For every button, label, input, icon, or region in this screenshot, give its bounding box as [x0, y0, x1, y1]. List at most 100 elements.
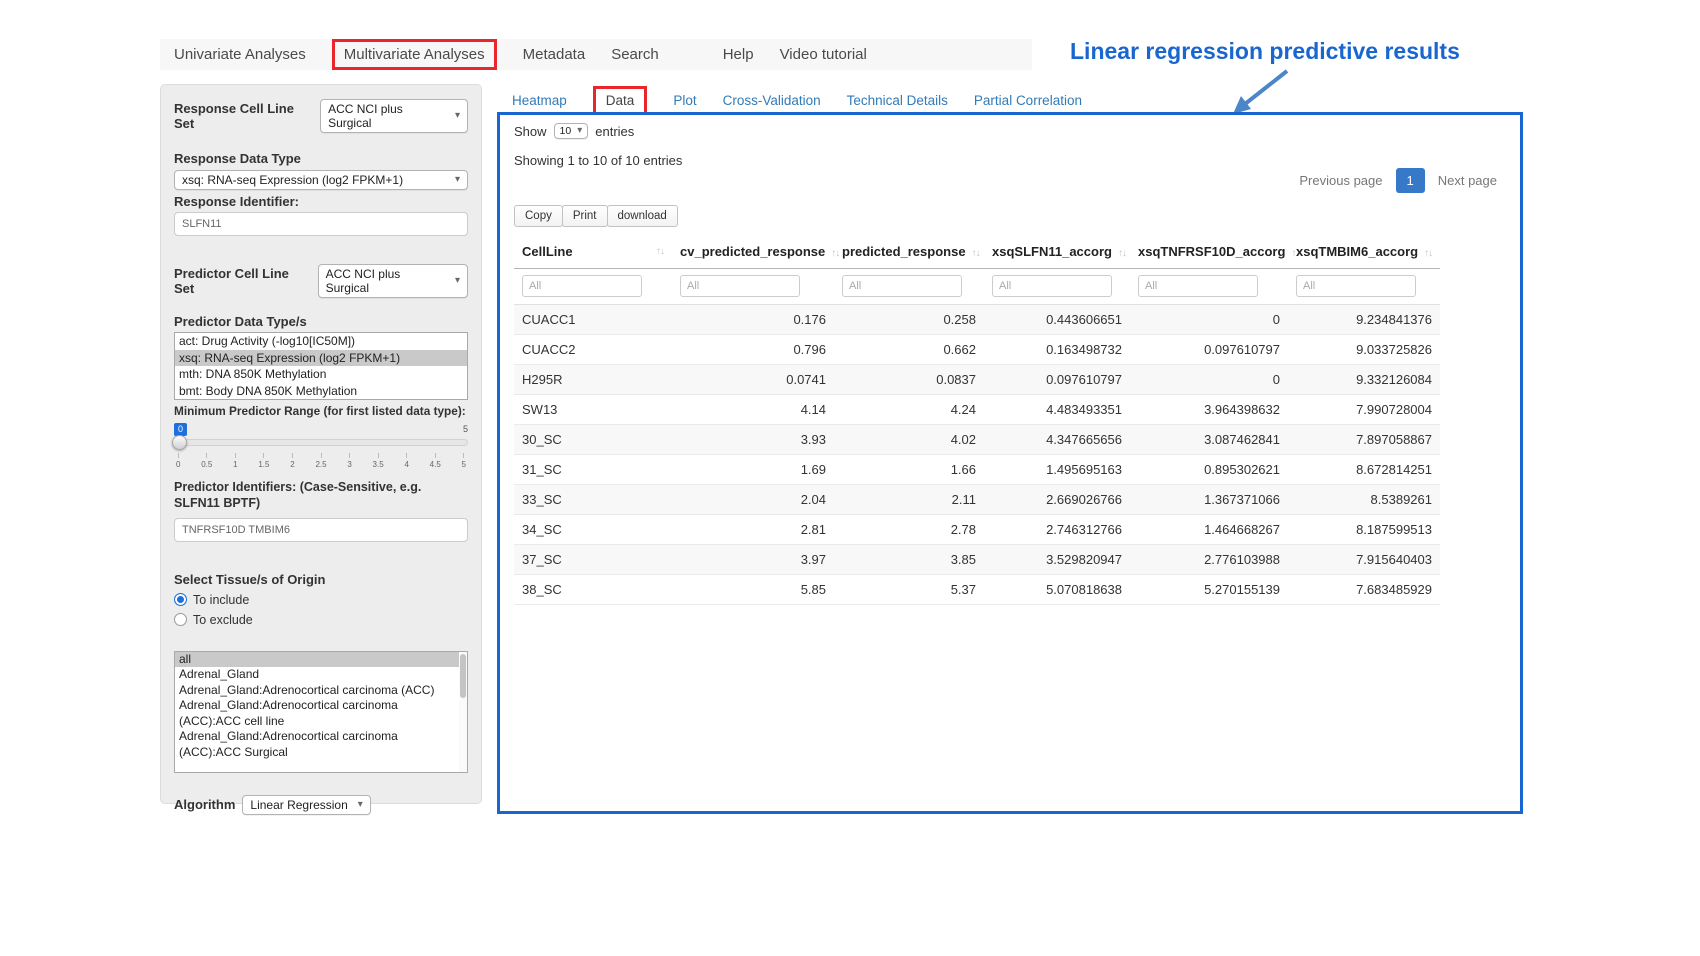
filter-input-predicted-response[interactable] — [842, 275, 962, 297]
tab-partial-correlation[interactable]: Partial Correlation — [974, 93, 1082, 108]
column-header-xsqtmbim6-accorg[interactable]: xsqTMBIM6_accorg↑↓ — [1288, 235, 1440, 269]
filter-cell — [514, 269, 672, 305]
select-value: 10 — [560, 125, 572, 137]
slider-tick: 4.5 — [430, 453, 441, 469]
tab-heatmap[interactable]: Heatmap — [512, 93, 567, 108]
predictor-data-type-option[interactable]: act: Drug Activity (-log10[IC50M]) — [175, 333, 467, 350]
table-info: Showing 1 to 10 of 10 entries — [514, 153, 682, 168]
cell-value: 7.990728004 — [1288, 395, 1440, 425]
filter-cell — [672, 269, 834, 305]
column-header-cv-predicted-response[interactable]: cv_predicted_response↑↓ — [672, 235, 834, 269]
table-row: 38_SC5.855.375.0708186385.2701551397.683… — [514, 575, 1440, 605]
predictor-data-type-list[interactable]: act: Drug Activity (-log10[IC50M])xsq: R… — [174, 332, 468, 400]
nav-item-video-tutorial[interactable]: Video tutorial — [780, 46, 867, 63]
annotation-headline: Linear regression predictive results — [1070, 38, 1460, 65]
cell-value: 0.097610797 — [984, 365, 1130, 395]
table-row: CUACC10.1760.2580.44360665109.234841376 — [514, 305, 1440, 335]
predictor-data-type-option[interactable]: xsq: RNA-seq Expression (log2 FPKM+1) — [175, 350, 467, 367]
predictor-data-type-option[interactable]: mth: DNA 850K Methylation — [175, 366, 467, 383]
column-header-xsqslfn11-accorg[interactable]: xsqSLFN11_accorg ↑↓ — [984, 235, 1130, 269]
cell-value: 2.81 — [672, 515, 834, 545]
nav-item-help[interactable]: Help — [723, 46, 754, 63]
export-buttons: CopyPrintdownload — [514, 205, 677, 227]
previous-page-button[interactable]: Previous page — [1290, 167, 1391, 194]
cell-value: 0.176 — [672, 305, 834, 335]
predictor-identifiers-label: Predictor Identifiers: (Case-Sensitive, … — [174, 479, 468, 512]
tick-mark — [463, 453, 464, 458]
filter-input-xsqtnfrsf10d-accorg[interactable] — [1138, 275, 1258, 297]
algorithm-select[interactable]: Linear Regression ▾ — [242, 795, 370, 815]
filter-cell — [984, 269, 1130, 305]
cell-value: 0.443606651 — [984, 305, 1130, 335]
slider-track[interactable] — [174, 439, 468, 446]
nav-item-univariate-analyses[interactable]: Univariate Analyses — [174, 46, 306, 63]
tick-mark — [235, 453, 236, 458]
scrollbar-thumb[interactable] — [460, 654, 466, 698]
slider-tick: 0 — [176, 453, 180, 469]
table-header-row: ↑↓CellLinecv_predicted_response↑↓predict… — [514, 235, 1440, 269]
tissue-option[interactable]: Adrenal_Gland:Adrenocortical carcinoma (… — [175, 698, 467, 729]
tick-mark — [349, 453, 350, 458]
slider-tick: 2 — [290, 453, 294, 469]
column-header-predicted-response[interactable]: predicted_response↑↓ — [834, 235, 984, 269]
sort-icon[interactable]: ↑↓ — [1118, 248, 1126, 259]
filter-input-xsqslfn11-accorg[interactable] — [992, 275, 1112, 297]
sidebar-panel: Response Cell Line Set ACC NCI plus Surg… — [160, 84, 482, 804]
response-cell-line-set-label: Response Cell Line Set — [174, 101, 313, 131]
next-page-button[interactable]: Next page — [1429, 167, 1506, 194]
entries-select[interactable]: 10 ▾ — [554, 123, 589, 139]
tick-mark — [406, 453, 407, 458]
min-range-slider[interactable]: 0 5 00.511.522.533.544.55 — [174, 423, 468, 473]
export-button-copy[interactable]: Copy — [514, 205, 563, 227]
filter-input-xsqtmbim6-accorg[interactable] — [1296, 275, 1416, 297]
tissue-option[interactable]: all — [175, 652, 467, 668]
tissue-option[interactable]: Adrenal_Gland:Adrenocortical carcinoma (… — [175, 729, 467, 760]
response-identifier-input[interactable] — [174, 212, 468, 236]
predictor-cell-line-set-select[interactable]: ACC NCI plus Surgical ▾ — [318, 264, 468, 298]
predictor-identifiers-input[interactable] — [174, 518, 468, 542]
cell-value: 3.97 — [672, 545, 834, 575]
column-header-xsqtnfrsf10d-accorg[interactable]: xsqTNFRSF10D_accorg↑↓ — [1130, 235, 1288, 269]
tissue-list[interactable]: allAdrenal_GlandAdrenal_Gland:Adrenocort… — [174, 651, 468, 773]
tick-label: 3 — [347, 460, 351, 469]
page-number-button[interactable]: 1 — [1396, 168, 1425, 193]
column-header-cellline[interactable]: ↑↓CellLine — [514, 235, 672, 269]
filter-input-cv-predicted-response[interactable] — [680, 275, 800, 297]
tissue-option[interactable]: Adrenal_Gland:Adrenocortical carcinoma (… — [175, 683, 467, 699]
tick-label: 0 — [176, 460, 180, 469]
tick-mark — [435, 453, 436, 458]
tissue-option[interactable]: Adrenal_Gland — [175, 667, 467, 683]
tab-data[interactable]: Data — [593, 86, 648, 115]
predictor-data-type-option[interactable]: bmt: Body DNA 850K Methylation — [175, 383, 467, 400]
slider-tick: 0.5 — [201, 453, 212, 469]
response-data-type-select[interactable]: xsq: RNA-seq Expression (log2 FPKM+1) ▾ — [174, 170, 468, 190]
column-header-label: xsqSLFN11_accorg — [992, 244, 1112, 259]
to-include-radio[interactable] — [174, 593, 187, 606]
nav-item-multivariate-analyses[interactable]: Multivariate Analyses — [332, 39, 497, 70]
export-button-download[interactable]: download — [607, 205, 678, 227]
nav-item-metadata[interactable]: Metadata — [523, 46, 586, 63]
tab-plot[interactable]: Plot — [673, 93, 696, 108]
to-exclude-radio[interactable] — [174, 613, 187, 626]
export-button-print[interactable]: Print — [562, 205, 608, 227]
min-predictor-range-label: Minimum Predictor Range (for first liste… — [174, 404, 468, 418]
sort-icon[interactable]: ↑↓ — [656, 246, 664, 257]
scrollbar[interactable] — [459, 652, 467, 772]
select-value: ACC NCI plus Surgical — [328, 102, 445, 130]
tab-technical-details[interactable]: Technical Details — [847, 93, 948, 108]
response-cell-line-set-select[interactable]: ACC NCI plus Surgical ▾ — [320, 99, 468, 133]
slider-handle[interactable] — [172, 435, 187, 450]
to-exclude-label: To exclude — [193, 613, 253, 627]
sort-icon[interactable]: ↑↓ — [1424, 248, 1432, 259]
nav-item-search[interactable]: Search — [611, 46, 659, 63]
tab-cross-validation[interactable]: Cross-Validation — [723, 93, 821, 108]
filter-input-cellline[interactable] — [522, 275, 642, 297]
tick-label: 5 — [462, 460, 466, 469]
cell-value: 0.895302621 — [1130, 455, 1288, 485]
tick-label: 2 — [290, 460, 294, 469]
sort-icon[interactable]: ↑↓ — [831, 248, 839, 259]
tick-mark — [321, 453, 322, 458]
tissue-options: allAdrenal_GlandAdrenal_Gland:Adrenocort… — [175, 652, 467, 761]
cell-value: 4.24 — [834, 395, 984, 425]
sort-icon[interactable]: ↑↓ — [972, 248, 980, 259]
